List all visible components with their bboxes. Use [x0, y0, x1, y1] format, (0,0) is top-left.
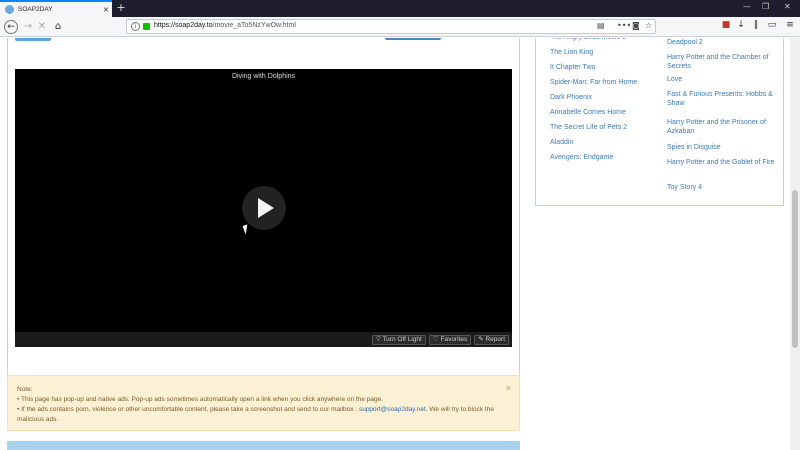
top-right-button[interactable] [385, 38, 441, 40]
player-controls: 💡︎ Turn Off Light ♡ Favorites ✎ Report [15, 332, 512, 347]
note-heading: Note: [17, 386, 33, 393]
movie-link[interactable]: Fast & Furious Presents: Hobbs & Shaw [667, 90, 775, 108]
back-arrow-icon[interactable]: ← [4, 20, 18, 34]
bulb-icon: 💡︎ [376, 335, 381, 343]
movie-link[interactable]: Harry Potter and the Prisoner of Azkaban [667, 118, 775, 136]
movie-link[interactable]: The Lion King [550, 48, 658, 57]
download-icon[interactable]: ↓ [735, 20, 747, 30]
info-icon[interactable]: i [131, 22, 140, 31]
favorites-button[interactable]: ♡ Favorites [428, 334, 472, 345]
forward-arrow-icon[interactable]: → [21, 20, 35, 34]
address-bar[interactable]: i https://soap2day.to/movie_aTo5NzYwOw.h… [126, 19, 656, 34]
url-text[interactable]: https://soap2day.to/movie_aTo5NzYwOw.htm… [154, 22, 296, 29]
sidebar-icon[interactable]: ▭ [766, 20, 778, 30]
new-tab-button[interactable]: + [115, 1, 127, 14]
movie-link[interactable]: Annabelle Comes Home [550, 108, 658, 117]
window-close-icon[interactable]: ✕ [784, 2, 791, 11]
top-left-button[interactable] [15, 38, 51, 41]
page-actions-icon[interactable]: ••• [617, 21, 631, 30]
menu-icon[interactable]: ≡ [784, 20, 796, 30]
tab-close-icon[interactable]: × [100, 5, 112, 14]
movie-link[interactable]: Avengers: Endgame [550, 153, 658, 162]
pocket-icon[interactable]: ◙ [632, 21, 640, 30]
navigation-bar: ← → ✕ ⌂ i https://soap2day.to/movie_aTo5… [0, 17, 800, 37]
page-scrollbar[interactable] [790, 38, 800, 450]
note-close-icon[interactable]: × [506, 383, 511, 393]
note-line-1: • This page has pop-up and native ads. P… [17, 396, 384, 403]
movie-link[interactable]: Harry Potter and the Goblet of Fire [667, 158, 775, 167]
movie-link[interactable]: Dark Phoenix [550, 93, 658, 102]
heart-icon: ♡ [432, 335, 439, 343]
library-icon[interactable]: ‖ [750, 20, 762, 30]
tab-soap2day[interactable]: SOAP2DAY × [0, 0, 112, 17]
video-title: Diving with Dolphins [231, 73, 296, 80]
video-player[interactable]: Diving with Dolphins [15, 69, 512, 347]
ads-note: × Note: • This page has pop-up and nativ… [7, 375, 520, 431]
tab-title: SOAP2DAY [18, 6, 53, 13]
lock-icon [143, 23, 150, 30]
movie-link[interactable]: The Angry Birds Movie 2 [550, 38, 658, 42]
movie-link[interactable]: It Chapter Two [550, 63, 658, 72]
movie-link[interactable]: Spies in Disguise [667, 143, 775, 152]
tab-bar: SOAP2DAY × + — ❐ ✕ [0, 0, 800, 17]
extension-icon[interactable]: ■ [720, 20, 732, 30]
movie-link[interactable]: Deadpool 2 [667, 38, 775, 47]
reader-view-icon[interactable]: ▤ [597, 21, 605, 30]
site-favicon-icon [5, 5, 14, 14]
section-header-bar [7, 441, 520, 450]
turn-off-light-button[interactable]: 💡︎ Turn Off Light [372, 334, 426, 345]
page-content: Diving with Dolphins 💡︎ Turn Off Light ♡… [0, 38, 790, 450]
report-button[interactable]: ✎ Report [474, 334, 509, 345]
bookmark-star-icon[interactable]: ☆ [645, 21, 652, 30]
minimize-icon[interactable]: — [743, 2, 751, 11]
note-line-2: • If the ads contains porn, violence or … [17, 406, 494, 423]
play-button-icon[interactable] [242, 186, 286, 230]
stop-icon[interactable]: ✕ [35, 20, 49, 34]
mouse-cursor-icon [242, 224, 251, 235]
support-email-link[interactable]: support@soap2day.net [359, 406, 426, 413]
movie-link[interactable]: Spider-Man: Far from Home [550, 78, 658, 87]
scrollbar-thumb[interactable] [792, 190, 798, 348]
movie-link[interactable]: Aladdin [550, 138, 658, 147]
movie-link[interactable]: Toy Story 4 [667, 183, 775, 192]
movie-link[interactable]: The Secret Life of Pets 2 [550, 123, 658, 132]
movie-link[interactable]: Harry Potter and the Chamber of Secrets [667, 53, 775, 71]
movie-link[interactable]: Love [667, 75, 775, 84]
home-icon[interactable]: ⌂ [51, 20, 65, 34]
edit-icon: ✎ [478, 335, 484, 343]
maximize-icon[interactable]: ❐ [762, 2, 769, 11]
